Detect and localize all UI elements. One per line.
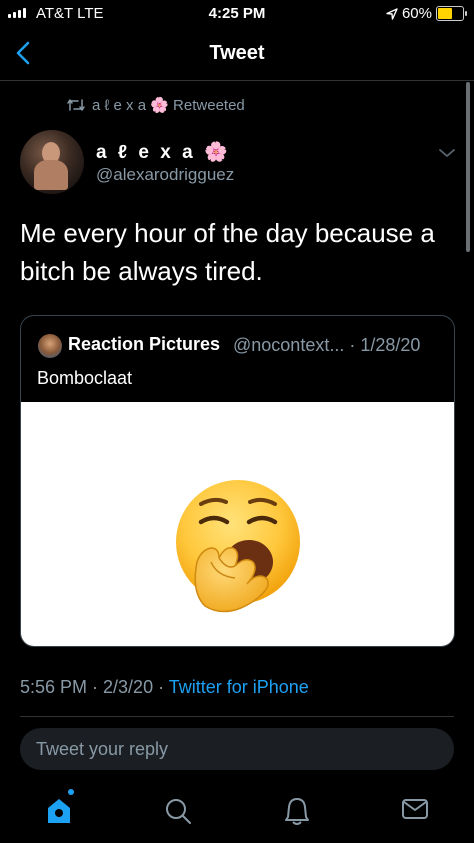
page-title: Tweet (209, 42, 265, 64)
search-icon (166, 799, 191, 824)
tab-notifications[interactable] (283, 796, 311, 831)
quoted-handle-date: @nocontext... · 1/28/20 (233, 335, 421, 355)
yawning-face-emoji-icon (176, 480, 300, 613)
tab-bar (0, 780, 474, 843)
divider (20, 716, 454, 717)
quoted-avatar (38, 334, 62, 358)
messages-icon (402, 799, 428, 819)
chevron-down-icon (439, 149, 455, 157)
avatar[interactable] (20, 130, 84, 194)
location-arrow-icon (386, 7, 398, 20)
quoted-tweet[interactable]: Reaction Pictures @nocontext... · 1/28/2… (20, 315, 455, 647)
quoted-author-name: Reaction Pictures (68, 334, 221, 354)
reply-placeholder: Tweet your reply (36, 739, 169, 759)
quoted-media[interactable] (21, 402, 454, 646)
tweet-meta: 5:56 PM · 2/3/20 · Twitter for iPhone (20, 677, 309, 698)
tab-search[interactable] (163, 796, 193, 831)
tweet-text: Me every hour of the day because a bitch… (20, 218, 435, 286)
battery-icon (436, 6, 467, 21)
tab-messages[interactable] (401, 796, 429, 827)
tweet-source-link[interactable]: Twitter for iPhone (169, 677, 309, 697)
author-handle[interactable]: @alexarodrigguez (96, 165, 234, 185)
notifications-icon (285, 798, 309, 825)
tweet-timestamp: 5:56 PM · 2/3/20 · (20, 677, 169, 697)
author-name[interactable]: a ℓ e x a 🌸 (96, 140, 231, 164)
status-bar: AT&T LTE 4:25 PM 60% (0, 0, 474, 28)
scroll-indicator (466, 82, 470, 252)
quoted-text: Bomboclaat (37, 368, 133, 388)
home-icon (48, 799, 70, 823)
nav-bar: Tweet (0, 30, 474, 81)
tab-home[interactable] (44, 789, 76, 831)
new-content-dot (68, 789, 74, 795)
retweet-indicator[interactable]: a ℓ e x a 🌸 Retweeted (66, 96, 245, 114)
retweet-label: a ℓ e x a 🌸 Retweeted (92, 97, 245, 114)
battery-percent: 60% (401, 5, 432, 22)
reply-input[interactable]: Tweet your reply (20, 728, 454, 770)
retweet-icon (67, 99, 85, 111)
tweet-menu-button[interactable] (438, 146, 456, 164)
